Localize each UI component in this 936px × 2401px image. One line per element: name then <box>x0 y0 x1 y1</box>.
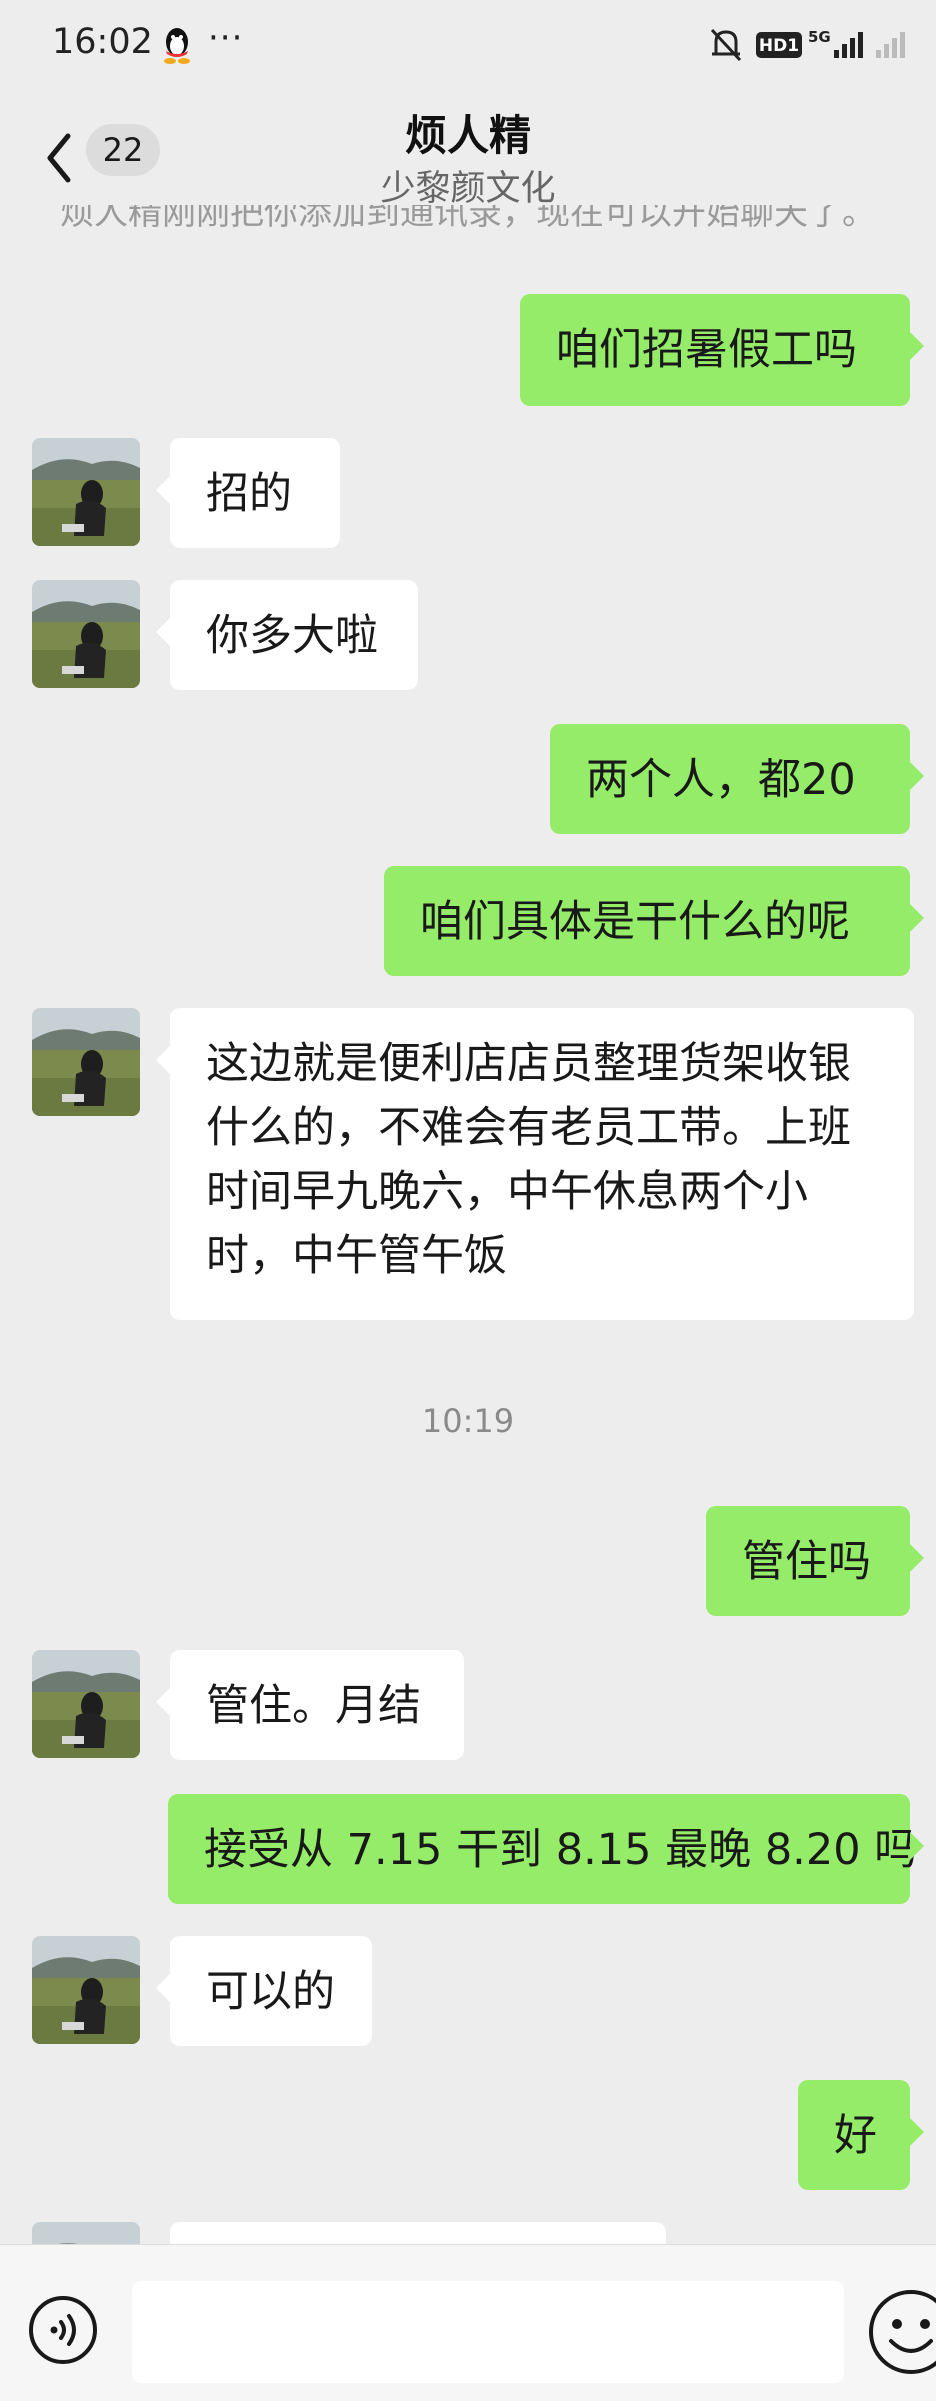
avatar[interactable] <box>32 1650 140 1758</box>
avatar-image <box>32 438 140 546</box>
message-input[interactable] <box>132 2281 844 2383</box>
message-bubble-outgoing[interactable]: 好 <box>798 2080 924 2190</box>
message-bubble-outgoing[interactable]: 两个人，都20 <box>550 724 924 834</box>
message-bubble-outgoing[interactable]: 管住吗 <box>706 1506 924 1616</box>
chat-title: 烦人精 <box>404 111 531 160</box>
message-bubble-incoming[interactable] <box>170 2222 666 2244</box>
avatar-image <box>32 1936 140 2044</box>
message-bubble-outgoing[interactable]: 接受从 7.15 干到 8.15 最晚 8.20 吗 <box>168 1794 924 1904</box>
chat-header: 22 烦人精 少黎颜文化 <box>0 90 936 220</box>
avatar[interactable] <box>32 580 140 688</box>
message-bubble-incoming[interactable]: 这边就是便利店店员整理货架收银 什么的，不难会有老员工带。上班 时间早九晚六，中… <box>156 1008 914 1320</box>
emoji-icon[interactable] <box>866 2287 936 2377</box>
avatar[interactable] <box>32 438 140 546</box>
message-bubble-incoming[interactable]: 管住。月结 <box>156 1650 464 1760</box>
avatar-image <box>32 580 140 688</box>
avatar[interactable] <box>32 1936 140 2044</box>
message-bubble-outgoing[interactable]: 咱们具体是干什么的呢 <box>384 866 924 976</box>
message-bubble-incoming[interactable]: 可以的 <box>156 1936 372 2046</box>
message-bubble-incoming[interactable]: 你多大啦 <box>156 580 418 690</box>
message-timestamp: 10:19 <box>421 1402 515 1440</box>
input-bar <box>0 2244 936 2401</box>
chat-area[interactable]: 烦人精刚刚把你添加到通讯录，现在可以开始聊天了。 咱们招暑假工吗 招的 你多大啦… <box>0 0 936 2244</box>
avatar[interactable] <box>32 2222 140 2244</box>
message-bubble-outgoing[interactable]: 咱们招暑假工吗 <box>520 294 924 406</box>
avatar[interactable] <box>32 1008 140 1116</box>
voice-icon[interactable] <box>28 2295 98 2365</box>
chat-subtitle: 少黎颜文化 <box>380 169 556 209</box>
message-bubble-incoming[interactable]: 招的 <box>156 438 340 548</box>
avatar-image <box>32 2222 140 2244</box>
avatar-image <box>32 1008 140 1116</box>
avatar-image <box>32 1650 140 1758</box>
